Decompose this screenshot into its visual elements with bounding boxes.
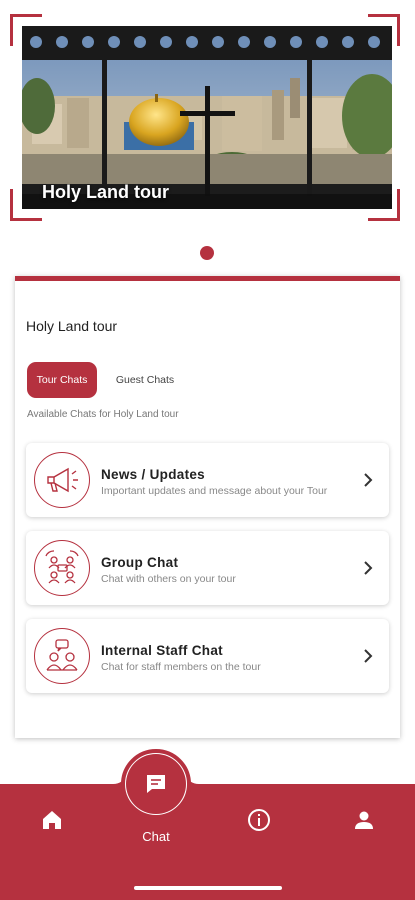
chat-item-internal-staff-chat[interactable]: Internal Staff Chat Chat for staff membe… <box>26 619 389 693</box>
tab-tour-chats[interactable]: Tour Chats <box>27 362 97 398</box>
nav-chat-button[interactable] <box>121 749 191 819</box>
chat-name: Group Chat <box>101 555 179 570</box>
nav-info-button[interactable] <box>245 806 273 834</box>
chat-description: Chat with others on your tour <box>101 573 236 585</box>
chat-description: Important updates and message about your… <box>101 485 328 497</box>
home-icon <box>43 811 61 829</box>
chat-name: News / Updates <box>101 467 205 482</box>
tab-guest-chats[interactable]: Guest Chats <box>103 362 187 398</box>
chevron-right-icon <box>364 649 373 663</box>
chevron-right-icon <box>364 473 373 487</box>
chat-icon <box>147 775 165 793</box>
nav-chat-label: Chat <box>142 829 170 844</box>
person-icon <box>355 811 373 829</box>
nav-profile-button[interactable] <box>350 806 378 834</box>
chat-item-group-chat[interactable]: Group Chat Chat with others on your tour <box>26 531 389 605</box>
hero-carousel[interactable]: Holy Land tour <box>10 14 400 221</box>
chevron-right-icon <box>364 561 373 575</box>
megaphone-icon <box>34 452 90 508</box>
staff-chat-icon <box>34 628 90 684</box>
home-indicator[interactable] <box>134 886 282 890</box>
hero-title: Holy Land tour <box>42 182 169 202</box>
group-chat-icon <box>34 540 90 596</box>
tour-title: Holy Land tour <box>26 318 118 334</box>
carousel-indicator-dot[interactable] <box>200 246 214 260</box>
chat-description: Chat for staff members on the tour <box>101 661 261 673</box>
nav-home-button[interactable] <box>38 806 66 834</box>
bottom-nav <box>0 784 415 900</box>
chat-name: Internal Staff Chat <box>101 643 223 658</box>
chat-card: Holy Land tour Tour Chats Guest Chats Av… <box>15 276 400 738</box>
info-icon <box>248 809 270 831</box>
chats-subtitle: Available Chats for Holy Land tour <box>27 409 179 420</box>
chat-item-news-updates[interactable]: News / Updates Important updates and mes… <box>26 443 389 517</box>
